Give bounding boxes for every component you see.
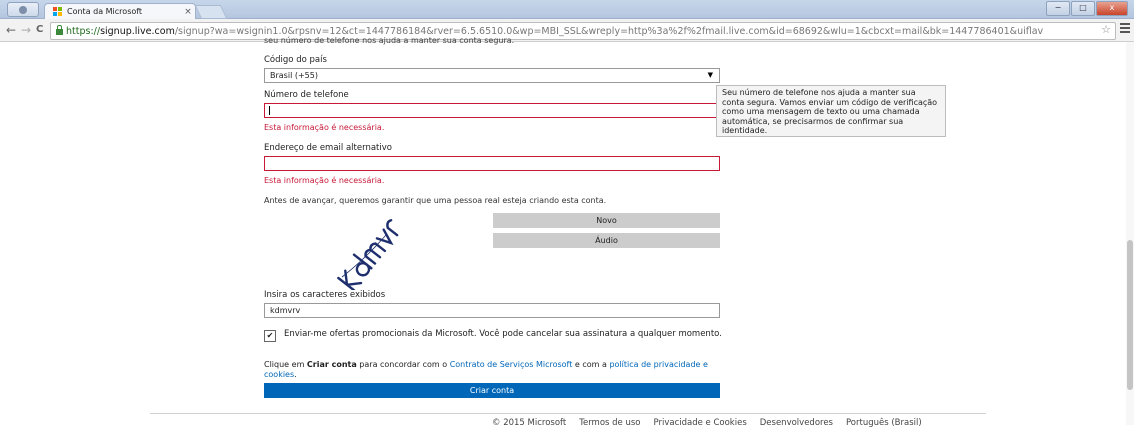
captcha-input-label: Insira os caracteres exibidos [264, 290, 386, 300]
phone-input[interactable] [264, 103, 720, 118]
window-controls: − □ x [1046, 1, 1128, 16]
lock-icon [56, 25, 63, 35]
url-path: /signup?wa=wsignin1.0&rpsnv=12&ct=144778… [174, 25, 1044, 37]
phone-error: Esta informação é necessária. [264, 123, 385, 132]
terms-and: e com a [574, 360, 607, 369]
profile-button[interactable] [7, 2, 39, 17]
microsoft-logo-icon [53, 7, 62, 16]
create-account-button[interactable]: Criar conta [264, 383, 720, 398]
footer-link-terms[interactable]: Termos de uso [579, 418, 640, 428]
footer-divider [150, 413, 986, 414]
reload-icon[interactable]: C [36, 22, 43, 38]
captcha-value: kdmvrv [270, 306, 301, 315]
close-window-button[interactable]: x [1096, 1, 1128, 16]
terms-bold: Criar conta [306, 360, 357, 369]
terms-prefix: Clique em [264, 360, 305, 369]
maximize-button[interactable]: □ [1071, 1, 1095, 16]
terms-middle: para concordar com o [359, 360, 448, 369]
new-tab-button[interactable] [194, 5, 228, 19]
terms-end: . [294, 370, 297, 379]
bookmark-star-icon[interactable]: ☆ [1101, 23, 1111, 36]
url-text: https://signup.live.com/signup?wa=wsigni… [66, 26, 1043, 37]
service-agreement-link[interactable]: Contrato de Serviços Microsoft [450, 360, 573, 369]
menu-icon[interactable] [1120, 23, 1130, 35]
back-icon[interactable]: ← [6, 22, 16, 38]
country-value: Brasil (+55) [270, 71, 318, 80]
captcha-audio-button[interactable]: Áudio [493, 233, 720, 248]
country-select[interactable]: Brasil (+55) ▼ [264, 68, 720, 83]
tab-title: Conta da Microsoft [67, 7, 143, 16]
address-bar[interactable]: https://signup.live.com/signup?wa=wsigni… [50, 22, 1116, 40]
url-scheme: https:// [66, 25, 101, 37]
offers-checkbox[interactable]: ✔ [264, 330, 276, 342]
tab-close-icon[interactable]: × [181, 7, 195, 17]
captcha-intro: Antes de avançar, queremos garantir que … [264, 196, 607, 205]
scrollbar[interactable] [1126, 42, 1134, 425]
country-label: Código do país [264, 55, 327, 65]
cut-off-text: seu número de telefone nos ajuda a mante… [264, 36, 515, 45]
footer-link-language[interactable]: Português (Brasil) [846, 418, 922, 428]
footer-link-privacy[interactable]: Privacidade e Cookies [654, 418, 747, 428]
footer-link-developers[interactable]: Desenvolvedores [760, 418, 833, 428]
user-icon [19, 5, 27, 14]
phone-help-tooltip: Seu número de telefone nos ajuda a mante… [716, 85, 946, 137]
terms-text: Clique em Criar conta para concordar com… [264, 360, 720, 380]
forward-icon[interactable]: → [21, 22, 31, 38]
email-label: Endereço de email alternativo [264, 143, 392, 153]
browser-toolbar: ← → C https://signup.live.com/signup?wa=… [0, 19, 1134, 42]
email-error: Esta informação é necessária. [264, 176, 385, 185]
url-host: signup.live.com [100, 25, 175, 37]
browser-titlebar: Conta da Microsoft × − □ x [0, 0, 1134, 19]
scrollbar-thumb[interactable] [1127, 240, 1133, 390]
captcha-new-button[interactable]: Novo [493, 213, 720, 228]
chevron-down-icon: ▼ [707, 71, 713, 79]
browser-tab[interactable]: Conta da Microsoft × [44, 3, 196, 19]
page-content: seu número de telefone nos ajuda a mante… [0, 36, 1134, 428]
offers-text: Enviar-me ofertas promocionais da Micros… [284, 329, 722, 339]
text-caret [269, 106, 270, 115]
minimize-button[interactable]: − [1046, 1, 1070, 16]
checkmark-icon: ✔ [266, 331, 274, 340]
alternate-email-input[interactable] [264, 156, 720, 171]
captcha-input[interactable]: kdmvrv [264, 303, 720, 318]
phone-label: Número de telefone [264, 90, 349, 100]
footer: © 2015 Microsoft Termos de uso Privacida… [492, 418, 922, 428]
captcha-image [337, 219, 399, 290]
copyright: © 2015 Microsoft [492, 418, 567, 428]
